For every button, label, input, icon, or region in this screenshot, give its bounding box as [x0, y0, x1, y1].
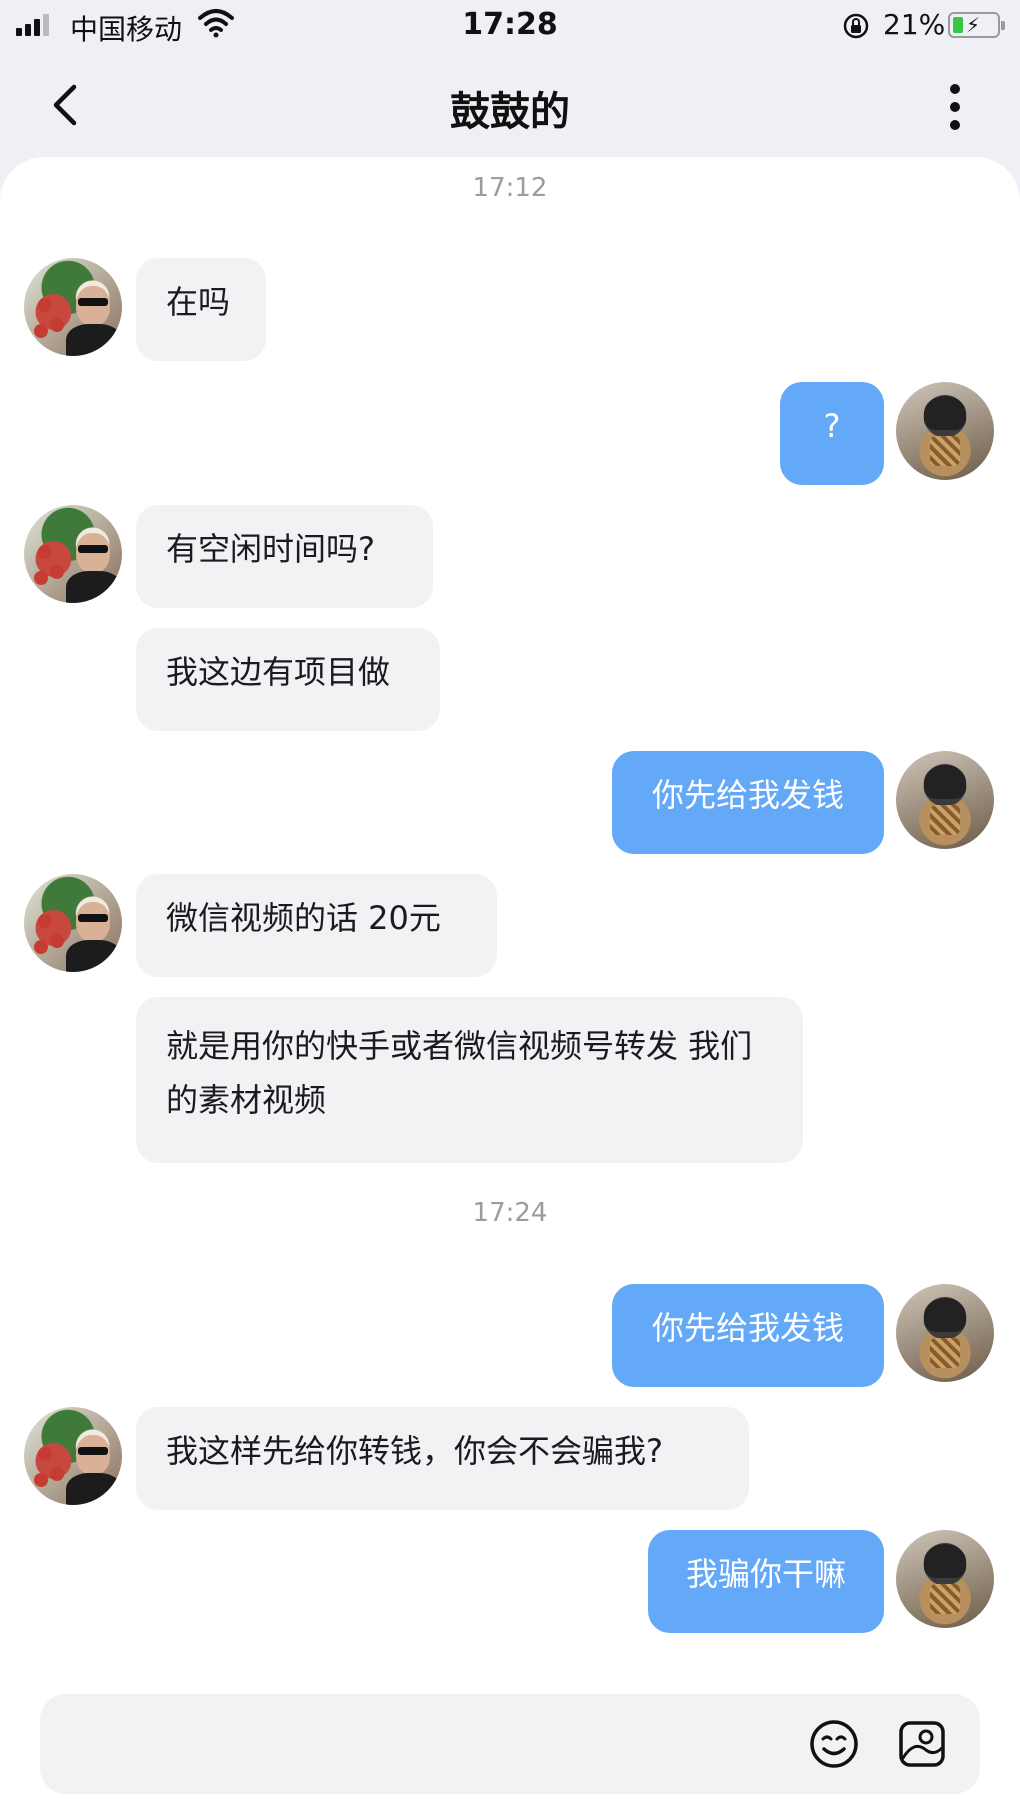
avatar-them[interactable]	[24, 505, 122, 603]
timestamp: 17:24	[472, 1198, 548, 1228]
orientation-lock-icon	[843, 13, 869, 39]
avatar-me[interactable]	[896, 1284, 994, 1382]
message-bubble-outgoing[interactable]: ?	[780, 382, 884, 485]
battery-charging-icon: ⚡	[948, 12, 1005, 38]
more-vertical-icon[interactable]	[940, 79, 970, 135]
message-bubble-incoming[interactable]: 我这样先给你转钱，你会不会骗我?	[136, 1407, 749, 1510]
message-bubble-outgoing[interactable]: 你先给我发钱	[612, 1284, 884, 1387]
avatar-them[interactable]	[24, 1407, 122, 1505]
avatar-me[interactable]	[896, 1530, 994, 1628]
battery-percent: 21%	[883, 8, 946, 41]
message-bubble-incoming[interactable]: 在吗	[136, 258, 266, 361]
message-bubble-outgoing[interactable]: 你先给我发钱	[612, 751, 884, 854]
avatar-me[interactable]	[896, 751, 994, 849]
avatar-me[interactable]	[896, 382, 994, 480]
avatar-them[interactable]	[24, 258, 122, 356]
sticker-icon[interactable]	[896, 1718, 948, 1770]
message-bubble-incoming[interactable]: 微信视频的话 20元	[136, 874, 497, 977]
avatar-them[interactable]	[24, 874, 122, 972]
status-bar: 中国移动 17:28 21% ⚡	[0, 0, 1020, 52]
message-bubble-incoming[interactable]: 就是用你的快手或者微信视频号转发 我们的素材视频	[136, 997, 803, 1163]
message-bubble-outgoing[interactable]: 我骗你干嘛	[648, 1530, 884, 1633]
emoji-icon[interactable]	[808, 1718, 860, 1770]
message-bubble-incoming[interactable]: 有空闲时间吗?	[136, 505, 433, 608]
page-title: 鼓鼓的	[450, 89, 570, 135]
chat-header: 鼓鼓的	[0, 55, 1020, 155]
timestamp: 17:12	[472, 173, 548, 203]
message-bubble-incoming[interactable]: 我这边有项目做	[136, 628, 440, 731]
